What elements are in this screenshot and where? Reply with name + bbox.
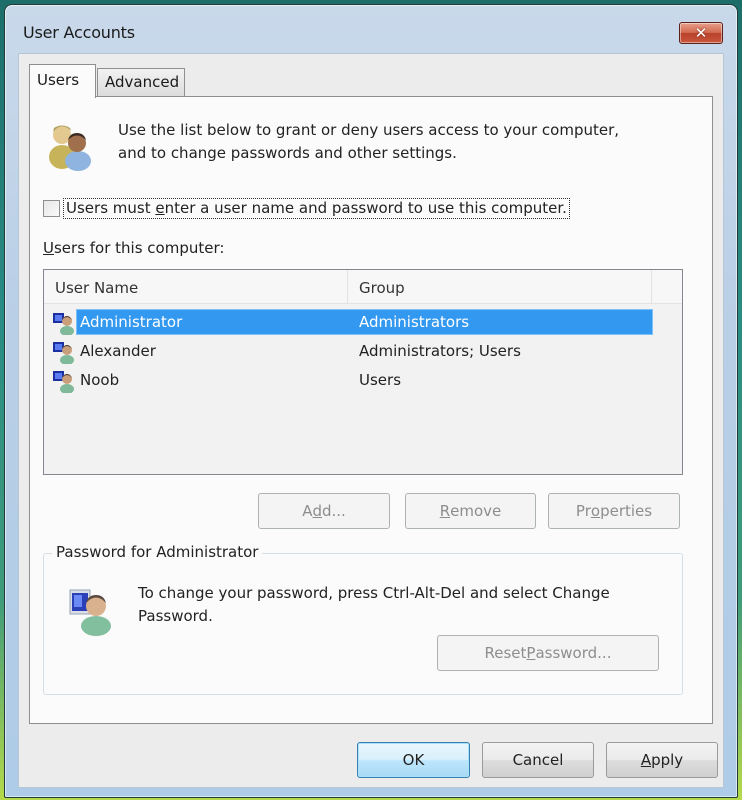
password-text-line-1: To change your password, press Ctrl-Alt-… <box>138 584 610 602</box>
label-text: sers for this computer: <box>53 239 225 257</box>
button-label: A <box>302 502 313 520</box>
require-login-row: Users must enter a user name and passwor… <box>43 197 570 219</box>
accelerator-key: P <box>526 644 536 662</box>
accelerator-key: e <box>155 198 165 217</box>
password-instructions: To change your password, press Ctrl-Alt-… <box>138 582 678 628</box>
button-label: Pr <box>575 502 591 520</box>
column-header-group[interactable]: Group <box>348 270 652 304</box>
column-header-user-name[interactable]: User Name <box>44 270 348 304</box>
user-accounts-window: User Accounts ✕ Users Advanced Use the l… <box>4 4 738 798</box>
tab-users[interactable]: Users <box>29 64 96 98</box>
label-text: nter a user name and password to use thi… <box>164 198 567 217</box>
apply-button[interactable]: Apply <box>606 742 718 778</box>
close-icon: ✕ <box>694 24 708 42</box>
button-label: Reset <box>484 644 527 662</box>
button-label: d... <box>321 502 346 520</box>
properties-button[interactable]: Pr o perties <box>548 493 680 529</box>
add-user-button[interactable]: Ad d... <box>258 493 390 529</box>
user-name: Noob <box>80 371 120 389</box>
list-row-alexander[interactable]: Alexander Administrators; Users <box>44 337 682 365</box>
accelerator-key: o <box>590 502 601 520</box>
button-label: perties <box>600 502 653 520</box>
title-bar[interactable]: User Accounts ✕ <box>5 5 737 51</box>
users-group-icon <box>49 125 91 171</box>
password-text-line-2: Password. <box>138 607 213 625</box>
intro-line-1: Use the list below to grant or deny user… <box>118 121 620 139</box>
list-row-noob[interactable]: Noob Users <box>44 366 682 394</box>
user-computer-icon <box>69 589 111 636</box>
require-login-label[interactable]: Users must enter a user name and passwor… <box>63 197 570 219</box>
tab-advanced[interactable]: Advanced <box>97 68 185 96</box>
users-list[interactable]: User Name Group Administrator Administra… <box>43 269 683 475</box>
list-header: User Name Group <box>44 270 682 304</box>
list-row-administrator[interactable]: Administrator Administrators <box>44 308 682 336</box>
user-group: Administrators; Users <box>359 342 521 360</box>
button-label: pply <box>651 751 684 769</box>
button-label: emove <box>450 502 502 520</box>
intro-line-2: and to change passwords and other settin… <box>118 144 457 162</box>
password-group-title: Password for Administrator <box>52 543 263 561</box>
column-header-filler <box>652 270 682 304</box>
button-label: assword... <box>535 644 612 662</box>
user-name: Administrator <box>80 313 183 331</box>
user-group: Administrators <box>359 313 470 331</box>
label-text: Users must <box>66 198 156 217</box>
reset-password-button[interactable]: Reset Password... <box>437 635 659 671</box>
accelerator-key: d <box>312 502 322 520</box>
accelerator-key: R <box>439 502 451 520</box>
accelerator-key: U <box>43 239 54 257</box>
password-groupbox: Password for Administrator To change you… <box>43 543 683 695</box>
dialog-client-area: Users Advanced Use the list below to gra… <box>18 53 724 788</box>
accelerator-key: A <box>640 751 652 769</box>
remove-user-button[interactable]: Remove <box>405 493 536 529</box>
intro-description: Use the list below to grant or deny user… <box>118 119 678 165</box>
user-account-icon <box>53 313 74 335</box>
users-list-label: Users for this computer: <box>43 239 224 257</box>
user-account-icon <box>53 371 74 393</box>
require-login-checkbox[interactable] <box>43 199 60 217</box>
close-button[interactable]: ✕ <box>679 22 723 44</box>
user-group: Users <box>359 371 402 389</box>
ok-button[interactable]: OK <box>357 742 470 778</box>
cancel-button[interactable]: Cancel <box>482 742 594 778</box>
window-title: User Accounts <box>23 23 135 42</box>
users-tab-panel: Use the list below to grant or deny user… <box>29 96 713 724</box>
user-name: Alexander <box>80 342 156 360</box>
user-account-icon <box>53 342 74 364</box>
